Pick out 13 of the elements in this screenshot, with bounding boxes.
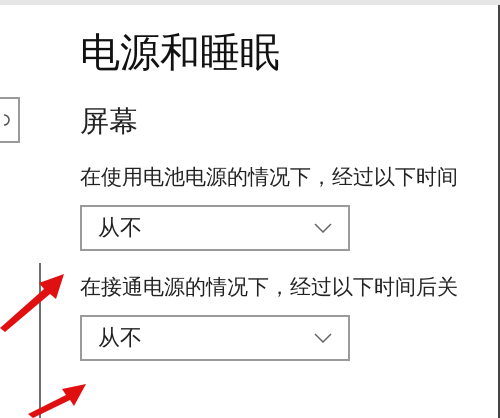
dropdown[interactable]: 从不	[80, 205, 350, 251]
setting-label: 在使用电池电源的情况下，经过以下时间	[80, 164, 458, 191]
arrow	[0, 272, 66, 332]
setting-label: 在接通电源的情况下，经过以下时间后关	[80, 274, 458, 301]
page-title: 电源和睡眠	[80, 29, 280, 78]
dropdown-value: 从不	[98, 214, 142, 242]
chevron-down-icon	[314, 333, 332, 343]
section-heading: 屏幕	[80, 103, 138, 139]
chevron-down-icon	[314, 223, 332, 233]
search-icon	[4, 114, 10, 126]
dropdown[interactable]: 从不	[80, 315, 350, 361]
arrow	[28, 382, 88, 418]
dropdown-value: 从不	[98, 324, 142, 352]
